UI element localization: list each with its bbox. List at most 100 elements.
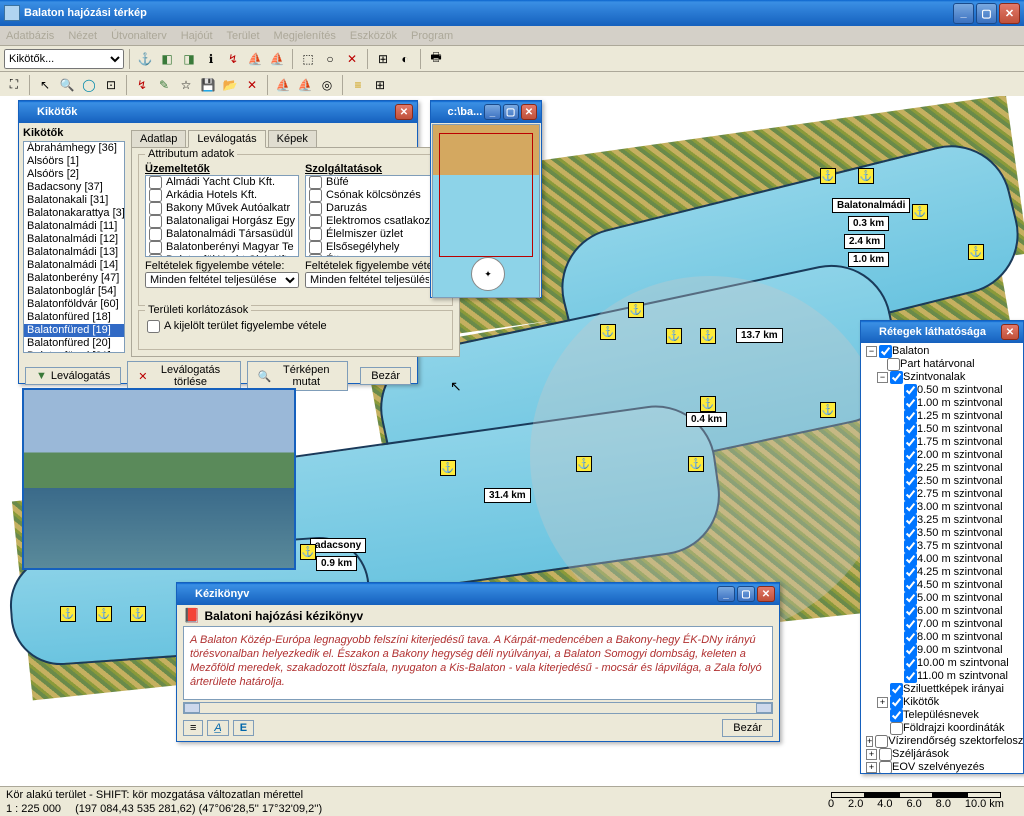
harbor-list-item[interactable]: Balatonfüred [20] (24, 337, 124, 350)
show-on-map-button[interactable]: 🔍Térképen mutat (247, 361, 349, 391)
layer-check[interactable] (879, 345, 892, 358)
menu-hajout[interactable]: Hajóút (181, 30, 213, 42)
layer-item[interactable]: + Vízirendőrség szektorfelosztás (866, 735, 1018, 748)
tool-btn[interactable]: ◧ (157, 49, 177, 69)
harbor-list-item[interactable]: Balatonberény [47] (24, 272, 124, 285)
menu-nezet[interactable]: Nézet (68, 30, 97, 42)
tool-open-icon[interactable]: 📂 (220, 75, 240, 95)
handbook-close-button[interactable]: ✕ (757, 586, 775, 602)
harbor-icon[interactable]: ⚓ (820, 402, 836, 418)
scroll-right-icon[interactable] (756, 703, 772, 713)
harbor-list-item[interactable]: Ábrahámhegy [36] (24, 142, 124, 155)
harbor-list-item[interactable]: Balatonföldvár [60] (24, 298, 124, 311)
align-left-button[interactable]: ≡ (183, 720, 203, 736)
harbor-list-item[interactable]: Balatonakali [31] (24, 194, 124, 207)
harbor-icon[interactable]: ⚓ (968, 244, 984, 260)
tool-btn[interactable]: ⊞ (370, 75, 390, 95)
harbor-list-item[interactable]: Balatonalmádi [13] (24, 246, 124, 259)
tab-kepek[interactable]: Képek (268, 130, 317, 147)
harbors-dialog-titlebar[interactable]: Kikötők ✕ (19, 101, 417, 123)
layer-item[interactable]: 7.00 m szintvonal (866, 618, 1018, 631)
check-item[interactable]: Elektromos csatlakozás (306, 215, 445, 228)
harbor-icon[interactable]: ⚓ (858, 168, 874, 184)
tool-layers-icon[interactable]: ≡ (348, 75, 368, 95)
layer-item[interactable]: 5.00 m szintvonal (866, 592, 1018, 605)
layer-item[interactable]: 11.00 m szintvonal (866, 670, 1018, 683)
layer-item[interactable]: + Kikötők (866, 696, 1018, 709)
layer-item[interactable]: 0.50 m szintvonal (866, 384, 1018, 397)
tool-btn[interactable]: ⊡ (101, 75, 121, 95)
handbook-close-btn[interactable]: Bezár (722, 719, 773, 737)
layer-item[interactable]: 4.50 m szintvonal (866, 579, 1018, 592)
tool-fullextent-icon[interactable]: ⛶ (4, 75, 24, 95)
harbor-icon[interactable]: ⚓ (300, 544, 316, 560)
layers-titlebar[interactable]: Rétegek láthatósága ✕ (861, 321, 1023, 343)
services-list[interactable]: Büfé Csónak kölcsönzés Daruzás Elektromo… (305, 175, 446, 257)
harbor-list-item[interactable]: Balatonfüred [21] (24, 350, 124, 353)
tool-btn[interactable]: ⛵ (245, 49, 265, 69)
cond-operators-select[interactable]: Minden feltétel teljesülése (145, 272, 299, 288)
check-item[interactable]: Büfé (306, 176, 445, 189)
layer-item[interactable]: 1.00 m szintvonal (866, 397, 1018, 410)
layer-item[interactable]: 4.00 m szintvonal (866, 553, 1018, 566)
harbor-list-item[interactable]: Balatonfüred [19] (24, 324, 124, 337)
harbor-icon[interactable]: ⚓ (688, 456, 704, 472)
main-dropdown[interactable]: Kikötők... (4, 49, 124, 69)
harbor-list-item[interactable]: Balatonboglár [54] (24, 285, 124, 298)
layer-item[interactable]: Sziluettképek irányai (866, 683, 1018, 696)
tool-anchor-icon[interactable]: ⚓ (135, 49, 155, 69)
harbor-icon[interactable]: ⚓ (820, 168, 836, 184)
layer-item[interactable]: 3.00 m szintvonal (866, 501, 1018, 514)
layer-check[interactable] (887, 358, 900, 371)
harbor-list-item[interactable]: Badacsony [37] (24, 181, 124, 194)
cond-services-select[interactable]: Minden feltétel teljesülése (305, 272, 446, 288)
layers-close-button[interactable]: ✕ (1001, 324, 1019, 340)
harbor-icon[interactable]: ⚓ (912, 204, 928, 220)
overview-max-button[interactable]: ▢ (503, 104, 519, 120)
harbor-icon[interactable]: ⚓ (700, 396, 716, 412)
tool-btn[interactable]: ⛵ (295, 75, 315, 95)
layer-item[interactable]: 1.75 m szintvonal (866, 436, 1018, 449)
layer-item[interactable]: + EOV szelvényezés (866, 761, 1018, 773)
tool-zoom-icon[interactable]: 🔍 (57, 75, 77, 95)
harbor-icon[interactable]: ⚓ (96, 606, 112, 622)
harbor-icon[interactable]: ⚓ (700, 328, 716, 344)
layer-item[interactable]: 2.75 m szintvonal (866, 488, 1018, 501)
menu-adatbazis[interactable]: Adatbázis (6, 30, 54, 42)
tool-btn[interactable]: ⛵ (267, 49, 287, 69)
layer-item[interactable]: 3.75 m szintvonal (866, 540, 1018, 553)
harbors-close-btn[interactable]: Bezár (360, 367, 411, 385)
layer-item[interactable]: 8.00 m szintvonal (866, 631, 1018, 644)
layer-item[interactable]: 6.00 m szintvonal (866, 605, 1018, 618)
check-item[interactable]: Bakony Művek Autóalkatr (146, 202, 298, 215)
harbor-list-item[interactable]: Balatonfüred [18] (24, 311, 124, 324)
menu-utvonalterv[interactable]: Útvonalterv (111, 30, 167, 42)
tool-print-icon[interactable]: 🖶 (426, 49, 446, 69)
font-a-button[interactable]: A̲ (207, 720, 228, 736)
tool-btn[interactable]: ✕ (342, 49, 362, 69)
tool-pointer-icon[interactable]: ↖ (35, 75, 55, 95)
harbor-icon[interactable]: ⚓ (628, 302, 644, 318)
menu-eszkozok[interactable]: Eszközök (350, 30, 397, 42)
harbor-list-item[interactable]: Balatonalmádi [12] (24, 233, 124, 246)
check-item[interactable]: Étterem (306, 254, 445, 257)
tool-btn[interactable]: ↯ (132, 75, 152, 95)
tool-btn[interactable]: ☆ (176, 75, 196, 95)
tool-delete-icon[interactable]: ✕ (242, 75, 262, 95)
menu-program[interactable]: Program (411, 30, 453, 42)
filter-button[interactable]: ▼Leválogatás (25, 367, 121, 385)
harbor-icon[interactable]: ⚓ (60, 606, 76, 622)
layer-item[interactable]: 10.00 m szintvonal (866, 657, 1018, 670)
handbook-scrollbar[interactable] (183, 702, 773, 714)
check-item[interactable]: Balatonberényi Magyar Te (146, 241, 298, 254)
tool-btn[interactable]: ◨ (179, 49, 199, 69)
tool-btn[interactable]: ℹ (201, 49, 221, 69)
layer-item[interactable]: 9.00 m szintvonal (866, 644, 1018, 657)
layer-item[interactable]: 3.50 m szintvonal (866, 527, 1018, 540)
tab-adatlap[interactable]: Adatlap (131, 130, 186, 147)
menu-megjelenites[interactable]: Megjelenítés (274, 30, 336, 42)
scroll-left-icon[interactable] (184, 703, 200, 713)
menu-terulet[interactable]: Terület (227, 30, 260, 42)
clear-filter-button[interactable]: ✕Leválogatás törlése (127, 361, 240, 391)
harbor-icon[interactable]: ⚓ (666, 328, 682, 344)
